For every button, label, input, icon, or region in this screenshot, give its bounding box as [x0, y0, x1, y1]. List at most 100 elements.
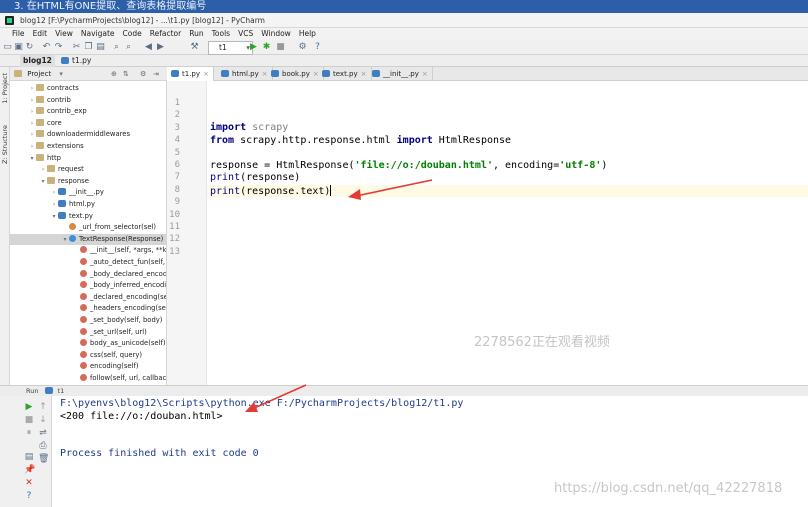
close-icon[interactable]: × [203, 70, 209, 78]
chevron-down-icon[interactable]: ▾ [28, 153, 36, 164]
tree-item[interactable]: _headers_encoding(self) [10, 303, 166, 314]
pause-icon[interactable]: ⏸ [24, 428, 34, 438]
down-icon[interactable]: ↓ [38, 415, 48, 425]
chevron-right-icon[interactable]: › [28, 83, 36, 94]
close-icon[interactable]: × [361, 70, 367, 78]
debug-icon[interactable]: ✱ [262, 43, 271, 52]
tree-item[interactable]: ▾ response [10, 176, 166, 187]
tree-item[interactable]: › downloadermiddlewares [10, 129, 166, 140]
tree-item[interactable]: ▾ http [10, 153, 166, 164]
breadcrumb-project[interactable]: blog12 [20, 55, 55, 67]
replace-icon[interactable]: ⌕ [124, 43, 133, 52]
editor-tab[interactable]: html.py × [217, 67, 273, 81]
chevron-down-icon[interactable]: ▾ [61, 234, 69, 245]
tree-item[interactable]: › extensions [10, 141, 166, 152]
chevron-right-icon[interactable]: › [28, 118, 36, 129]
open-icon[interactable]: ▭ [3, 43, 12, 52]
tree-item[interactable]: _body_declared_encoding(self) [10, 269, 166, 280]
tree-item[interactable]: › __init__.py [10, 187, 166, 198]
editor-tab[interactable]: t1.py × [167, 67, 214, 81]
settings-icon[interactable]: ⚙ [298, 43, 307, 52]
target-icon[interactable]: ⊕ [111, 67, 117, 81]
hide-icon[interactable]: ⇥ [153, 67, 159, 81]
trash-icon[interactable]: 🗑 [38, 454, 49, 464]
project-panel-title[interactable]: Project [27, 70, 51, 78]
redo-icon[interactable]: ↷ [54, 43, 63, 52]
project-side-tab[interactable]: 1: Project [1, 73, 9, 104]
chevron-down-icon[interactable]: ▾ [59, 70, 63, 78]
forward-icon[interactable]: ▶ [156, 43, 165, 52]
help-icon[interactable]: ? [313, 43, 322, 52]
tree-item[interactable]: _url_from_selector(sel) [10, 222, 166, 233]
close-icon[interactable]: × [422, 70, 428, 78]
tree-item[interactable]: › contrib [10, 95, 166, 106]
print-icon[interactable]: ⎙ [38, 441, 48, 451]
chevron-right-icon[interactable]: › [28, 95, 36, 106]
tree-item[interactable]: ▾ text.py [10, 211, 166, 222]
chevron-down-icon[interactable]: ▾ [50, 211, 58, 222]
chevron-right-icon[interactable]: › [39, 164, 47, 175]
pin-icon[interactable]: 📌 [24, 465, 35, 475]
menu-help[interactable]: Help [299, 28, 316, 40]
stop-icon[interactable]: ■ [276, 43, 285, 52]
menu-file[interactable]: File [12, 28, 25, 40]
breadcrumb-file[interactable]: t1.py [58, 55, 94, 67]
tree-item[interactable]: css(self, query) [10, 350, 166, 361]
run-panel-config[interactable]: t1 [58, 387, 65, 395]
menu-code[interactable]: Code [123, 28, 142, 40]
tree-item[interactable]: _set_url(self, url) [10, 327, 166, 338]
menu-tools[interactable]: Tools [212, 28, 230, 40]
help-icon[interactable]: ? [24, 491, 34, 501]
tree-item[interactable]: › core [10, 118, 166, 129]
menu-edit[interactable]: Edit [33, 28, 48, 40]
back-icon[interactable]: ◀ [144, 43, 153, 52]
stop-icon[interactable]: ■ [24, 415, 34, 425]
editor-tab[interactable]: __init__.py × [368, 67, 433, 81]
tree-item[interactable]: › html.py [10, 199, 166, 210]
tree-item[interactable]: › contracts [10, 83, 166, 94]
sync-icon[interactable]: ↻ [25, 43, 34, 52]
menu-navigate[interactable]: Navigate [81, 28, 115, 40]
soft-wrap-icon[interactable]: ⇌ [38, 428, 48, 438]
tree-item[interactable]: _declared_encoding(self) [10, 292, 166, 303]
chevron-right-icon[interactable]: › [28, 106, 36, 117]
tree-item[interactable]: › request [10, 164, 166, 175]
tree-item[interactable]: _body_inferred_encoding(self) [10, 280, 166, 291]
menu-run[interactable]: Run [189, 28, 203, 40]
rerun-icon[interactable]: ▶ [24, 402, 34, 412]
menu-view[interactable]: View [55, 28, 73, 40]
chevron-right-icon[interactable]: › [50, 199, 58, 210]
tree-item[interactable]: _set_body(self, body) [10, 315, 166, 326]
chevron-right-icon[interactable]: › [50, 187, 58, 198]
restore-layout-icon[interactable]: ▤ [24, 452, 34, 462]
build-icon[interactable]: ⚒ [190, 43, 199, 52]
tree-item[interactable]: › contrib_exp [10, 106, 166, 117]
editor-tab[interactable]: text.py × [318, 67, 372, 81]
find-icon[interactable]: ⌕ [112, 43, 121, 52]
chevron-right-icon[interactable]: › [28, 141, 36, 152]
chevron-down-icon[interactable]: ▾ [39, 176, 47, 187]
menu-refactor[interactable]: Refactor [150, 28, 181, 40]
copy-icon[interactable]: ❐ [84, 43, 93, 52]
tree-item[interactable]: ▾ TextResponse(Response) [10, 233, 166, 245]
run-icon[interactable]: ▶ [249, 43, 258, 52]
cut-icon[interactable]: ✂ [72, 43, 81, 52]
tree-item[interactable]: follow(self, url, callback=None) [10, 373, 166, 384]
editor-tab[interactable]: book.py × [267, 67, 324, 81]
close-icon[interactable]: ✕ [24, 478, 34, 488]
menu-vcs[interactable]: VCS [238, 28, 253, 40]
menu-window[interactable]: Window [261, 28, 291, 40]
run-config-select[interactable]: t1 ▾ [208, 41, 253, 55]
tree-item[interactable]: body_as_unicode(self) [10, 338, 166, 349]
undo-icon[interactable]: ↶ [42, 43, 51, 52]
collapse-icon[interactable]: ⇅ [123, 67, 129, 81]
structure-side-tab[interactable]: Z: Structure [1, 125, 9, 164]
chevron-right-icon[interactable]: › [28, 129, 36, 140]
tree-item[interactable]: encoding(self) [10, 361, 166, 372]
up-icon[interactable]: ↑ [38, 402, 48, 412]
gear-icon[interactable]: ⚙ [140, 67, 146, 81]
tree-item[interactable]: _auto_detect_fun(self, text) [10, 257, 166, 268]
paste-icon[interactable]: ▤ [96, 43, 105, 52]
tree-item[interactable]: __init__(self, *args, **kwargs) [10, 245, 166, 256]
save-icon[interactable]: ▣ [14, 43, 23, 52]
